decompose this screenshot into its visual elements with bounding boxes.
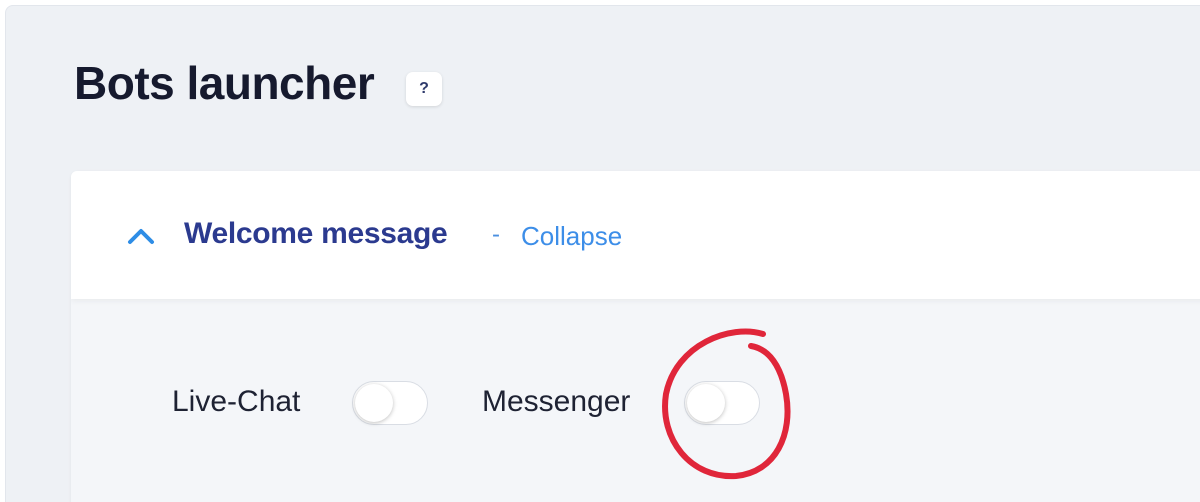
page-container: Bots launcher ? Welcome message - Collap…	[5, 5, 1200, 502]
toggle-knob	[687, 384, 725, 422]
title-separator: -	[492, 221, 500, 248]
page-title: Bots launcher	[74, 57, 375, 109]
collapse-link[interactable]: Collapse	[521, 221, 622, 252]
question-mark-icon: ?	[419, 80, 429, 97]
help-button[interactable]: ?	[406, 72, 442, 106]
welcome-message-card: Welcome message - Collapse Live-Chat Mes…	[71, 171, 1200, 502]
messenger-label: Messenger	[482, 385, 631, 418]
live-chat-toggle[interactable]	[352, 381, 428, 425]
messenger-toggle[interactable]	[684, 381, 760, 425]
live-chat-label: Live-Chat	[172, 385, 301, 418]
toggle-knob	[355, 384, 393, 422]
card-header: Welcome message - Collapse	[71, 171, 1200, 299]
chevron-up-icon[interactable]	[127, 227, 155, 245]
section-title[interactable]: Welcome message	[184, 217, 448, 251]
